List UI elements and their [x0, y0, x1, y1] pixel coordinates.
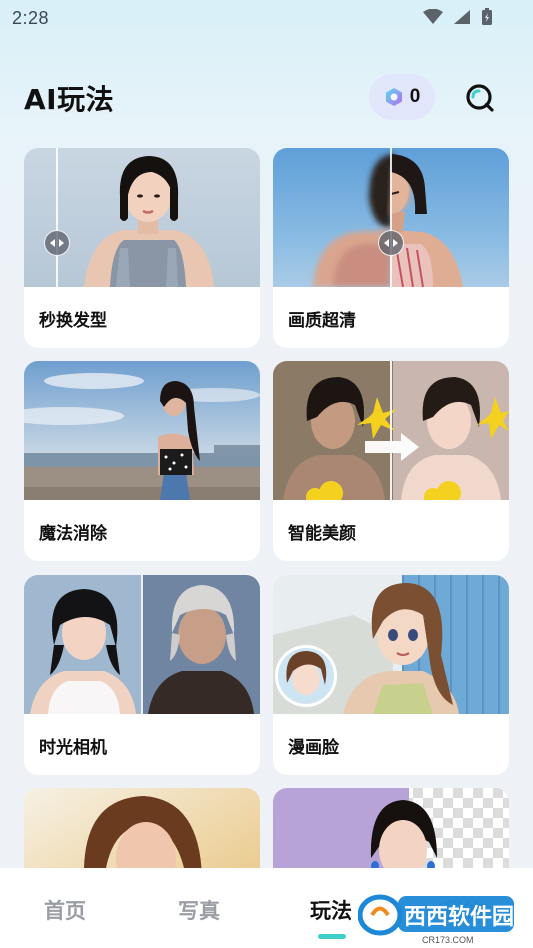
search-button[interactable] [464, 82, 496, 114]
arrows-left-right-icon [50, 239, 64, 247]
header: AI玩法 0 [24, 74, 509, 122]
compare-slider-handle[interactable] [378, 230, 404, 256]
compare-divider [56, 148, 58, 287]
page-title: AI玩法 [24, 83, 115, 116]
credits-button[interactable]: 0 [369, 74, 435, 120]
tab-play[interactable]: 玩法 [310, 895, 352, 925]
feature-label: 秒换发型 [39, 311, 107, 331]
signal-icon [454, 10, 470, 24]
feature-image-hairstyle [24, 148, 260, 287]
feature-label: 魔法消除 [39, 524, 107, 544]
feature-image-time-camera [24, 575, 260, 714]
feature-card-time-camera[interactable]: 时光相机 [24, 575, 260, 775]
arrows-left-right-icon [384, 239, 398, 247]
feature-card-anime-face[interactable]: 漫画脸 [273, 575, 509, 775]
feature-label: 智能美颜 [288, 524, 356, 544]
feature-card-beauty[interactable]: 智能美颜 [273, 361, 509, 561]
status-time: 2:28 [12, 7, 50, 28]
feature-card-hairstyle[interactable]: 秒换发型 [24, 148, 260, 348]
compare-divider [141, 575, 143, 714]
feature-card-magic-eraser[interactable]: 魔法消除 [24, 361, 260, 561]
watermark-url: CR173.COM [422, 935, 474, 945]
status-bar: 2:28 [0, 0, 533, 36]
credit-count: 0 [409, 86, 421, 107]
feature-image-magic-eraser [24, 361, 260, 500]
compare-divider [390, 148, 392, 287]
feature-label: 漫画脸 [288, 738, 339, 758]
search-icon [466, 84, 494, 112]
tab-portrait[interactable]: 写真 [178, 895, 220, 925]
battery-icon [482, 8, 492, 25]
feature-image-beauty [273, 361, 509, 500]
wifi-icon [423, 9, 443, 24]
feature-image-super-resolution [273, 148, 509, 287]
feature-card-super-resolution[interactable]: 画质超清 [273, 148, 509, 348]
tab-home[interactable]: 首页 [44, 895, 86, 925]
feature-label: 画质超清 [288, 311, 356, 331]
credit-icon [385, 88, 402, 106]
active-tab-indicator [318, 934, 346, 939]
watermark-logo: 西西软件园 [357, 892, 518, 938]
feature-label: 时光相机 [39, 738, 107, 758]
status-icons [423, 8, 493, 26]
compare-slider-handle[interactable] [44, 230, 70, 256]
feature-image-anime-face [273, 575, 509, 714]
watermark-text: 西西软件园 [404, 904, 514, 930]
